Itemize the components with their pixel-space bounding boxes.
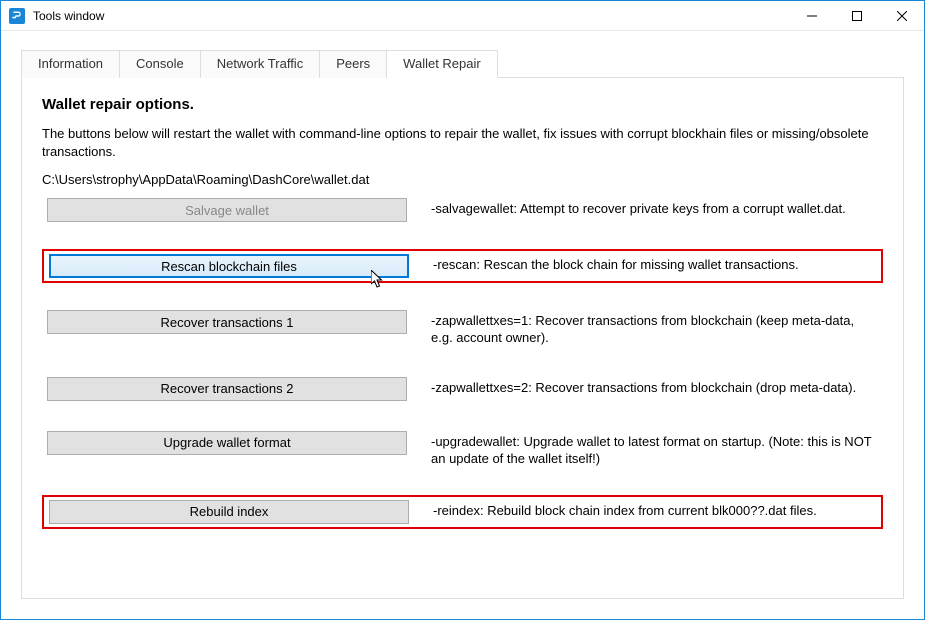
- repair-row: Salvage wallet-salvagewallet: Attempt to…: [42, 195, 883, 225]
- recover-transactions-2-button[interactable]: Recover transactions 2: [47, 377, 407, 401]
- tab-strip: Information Console Network Traffic Peer…: [21, 49, 904, 77]
- button-column: Rebuild index: [49, 500, 409, 524]
- panel-heading: Wallet repair options.: [42, 96, 883, 113]
- button-column: Upgrade wallet format: [47, 431, 407, 455]
- repair-description: -rescan: Rescan the block chain for miss…: [409, 254, 876, 274]
- tab-information[interactable]: Information: [21, 50, 120, 78]
- salvage-wallet-button: Salvage wallet: [47, 198, 407, 222]
- wallet-repair-panel: Wallet repair options. The buttons below…: [21, 77, 904, 599]
- upgrade-wallet-format-button[interactable]: Upgrade wallet format: [47, 431, 407, 455]
- recover-transactions-1-button[interactable]: Recover transactions 1: [47, 310, 407, 334]
- repair-description: -zapwallettxes=2: Recover transactions f…: [407, 377, 878, 397]
- button-column: Rescan blockchain files: [49, 254, 409, 278]
- wallet-path: C:\Users\strophy\AppData\Roaming\DashCor…: [42, 172, 883, 187]
- window-title: Tools window: [33, 9, 789, 23]
- repair-description: -reindex: Rebuild block chain index from…: [409, 500, 876, 520]
- maximize-button[interactable]: [834, 1, 879, 30]
- button-column: Recover transactions 1: [47, 310, 407, 334]
- window-controls: [789, 1, 924, 30]
- repair-row: Rebuild index-reindex: Rebuild block cha…: [42, 495, 883, 529]
- button-column: Salvage wallet: [47, 198, 407, 222]
- tools-window: Tools window Information Console Network…: [0, 0, 925, 620]
- repair-description: -upgradewallet: Upgrade wallet to latest…: [407, 431, 878, 468]
- repair-description: -salvagewallet: Attempt to recover priva…: [407, 198, 878, 218]
- repair-row: Recover transactions 2-zapwallettxes=2: …: [42, 374, 883, 404]
- rescan-blockchain-files-button[interactable]: Rescan blockchain files: [49, 254, 409, 278]
- rebuild-index-button[interactable]: Rebuild index: [49, 500, 409, 524]
- client-area: Information Console Network Traffic Peer…: [1, 31, 924, 619]
- tab-console[interactable]: Console: [120, 50, 201, 78]
- minimize-button[interactable]: [789, 1, 834, 30]
- repair-rows: Salvage wallet-salvagewallet: Attempt to…: [42, 195, 883, 529]
- tab-network-traffic[interactable]: Network Traffic: [201, 50, 320, 78]
- close-button[interactable]: [879, 1, 924, 30]
- titlebar: Tools window: [1, 1, 924, 31]
- button-column: Recover transactions 2: [47, 377, 407, 401]
- panel-intro: The buttons below will restart the walle…: [42, 125, 883, 160]
- repair-row: Recover transactions 1-zapwallettxes=1: …: [42, 307, 883, 350]
- repair-row: Rescan blockchain files-rescan: Rescan t…: [42, 249, 883, 283]
- repair-row: Upgrade wallet format-upgradewallet: Upg…: [42, 428, 883, 471]
- repair-description: -zapwallettxes=1: Recover transactions f…: [407, 310, 878, 347]
- tab-peers[interactable]: Peers: [320, 50, 387, 78]
- app-icon: [9, 8, 25, 24]
- tab-wallet-repair[interactable]: Wallet Repair: [387, 50, 498, 78]
